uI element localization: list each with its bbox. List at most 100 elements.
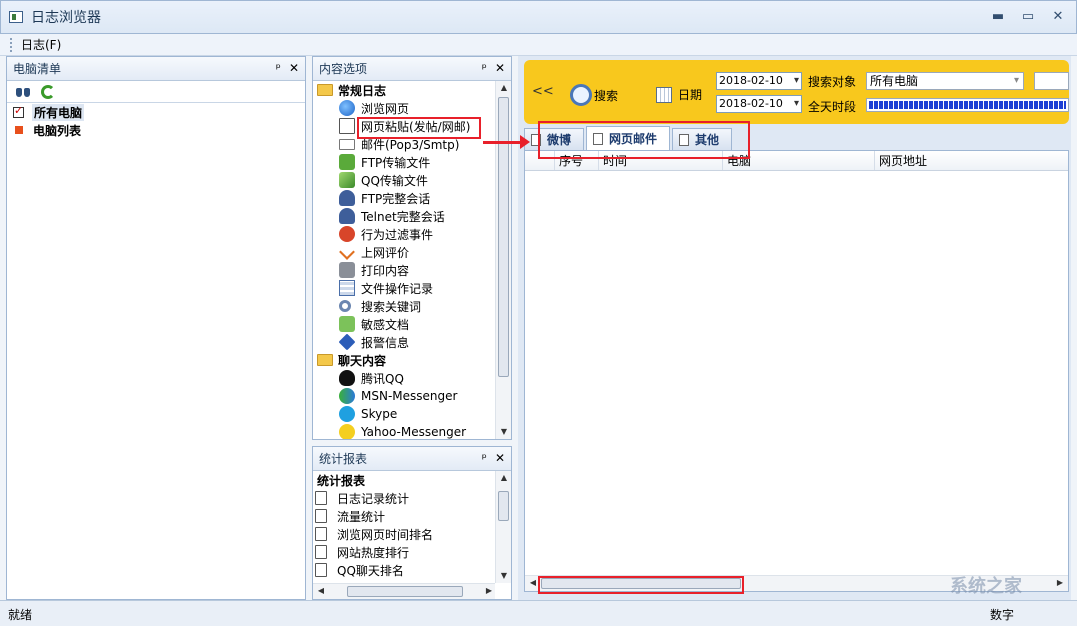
checkmark-icon	[339, 244, 355, 260]
scroll-right-icon[interactable]: ▶	[481, 584, 497, 598]
tree-item-alarm[interactable]: 报警信息	[313, 333, 495, 351]
collapse-button[interactable]: <<	[532, 84, 554, 99]
alarm-icon	[338, 333, 356, 351]
scroll-down-icon[interactable]: ▼	[496, 425, 512, 439]
scroll-thumb[interactable]	[498, 97, 509, 377]
document-icon	[315, 563, 327, 577]
computer-toolbar	[7, 81, 305, 103]
scroll-up-icon[interactable]: ▲	[496, 471, 512, 485]
target-select[interactable]: 所有电脑	[866, 72, 1024, 90]
close-icon[interactable]: ✕	[495, 61, 505, 75]
report-vscroll[interactable]: ▲ ▼	[495, 471, 511, 583]
tree-item-print[interactable]: 打印内容	[313, 261, 495, 279]
document-icon	[315, 527, 327, 541]
skype-icon	[339, 406, 355, 422]
report-item-browse-time[interactable]: 浏览网页时间排名	[313, 525, 495, 543]
tree-item-ftp-session[interactable]: FTP完整会话	[313, 189, 495, 207]
date-button[interactable]: 日期	[656, 86, 702, 103]
close-button[interactable]: ✕	[1050, 9, 1066, 25]
report-hscroll[interactable]: ◀ ▶	[313, 583, 495, 599]
toolbar-grip[interactable]	[10, 37, 13, 52]
report-item-log-stats[interactable]: 日志记录统计	[313, 489, 495, 507]
report-item-site-rank[interactable]: 网站热度排行	[313, 543, 495, 561]
pin-icon[interactable]: ᵖ	[482, 451, 487, 465]
content-vscroll[interactable]: ▲ ▼	[495, 81, 511, 439]
report-heading: 统计报表	[317, 473, 366, 488]
scroll-thumb[interactable]	[347, 586, 463, 597]
minimize-button[interactable]: ▬	[990, 9, 1006, 25]
stop-icon	[339, 226, 355, 242]
watermark-logo: 系统之家	[950, 576, 1022, 597]
computer-item-all[interactable]: 所有电脑	[7, 103, 305, 121]
tree-item-sensitive[interactable]: 敏感文档	[313, 315, 495, 333]
scroll-right-icon[interactable]: ▶	[1052, 576, 1068, 590]
tree-item-fileops[interactable]: 文件操作记录	[313, 279, 495, 297]
report-list: 统计报表 日志记录统计 流量统计 浏览网页时间排名 网站热度排行 QQ聊天排名	[313, 471, 495, 583]
document-icon	[339, 118, 355, 134]
extra-input[interactable]	[1034, 72, 1069, 90]
report-header: 统计报表 ᵖ ✕	[313, 447, 511, 471]
menu-log[interactable]: 日志(F)	[21, 36, 61, 53]
close-icon[interactable]: ✕	[289, 61, 299, 75]
transfer-icon	[339, 172, 355, 188]
pin-icon[interactable]: ᵖ	[276, 61, 281, 75]
calendar-icon	[656, 86, 672, 103]
close-icon[interactable]: ✕	[495, 451, 505, 465]
folder-icon	[317, 354, 333, 366]
date-from-field[interactable]: 2018-02-10	[716, 72, 802, 90]
title-bar: 日志浏览器 ▬ ▭ ✕	[0, 0, 1077, 34]
report-panel: 统计报表 ᵖ ✕ 统计报表 日志记录统计 流量统计 浏览网页时间排名 网站热度排行…	[312, 446, 512, 600]
table-icon	[339, 280, 355, 296]
pointer-arrow-head	[520, 135, 530, 149]
computer-list-header: 电脑清单 ᵖ ✕	[7, 57, 305, 81]
tree-item-qq[interactable]: 腾讯QQ	[313, 369, 495, 387]
maximize-button[interactable]: ▭	[1020, 9, 1036, 25]
pin-icon[interactable]: ᵖ	[482, 61, 487, 75]
tree-item-telnet[interactable]: Telnet完整会话	[313, 207, 495, 225]
scroll-down-icon[interactable]: ▼	[496, 569, 512, 583]
highlight-box-tabs	[538, 121, 750, 159]
binoculars-icon[interactable]	[15, 86, 31, 98]
document-icon	[315, 491, 327, 505]
time-range-bar[interactable]	[866, 98, 1069, 112]
panel-title: 电脑清单	[13, 62, 62, 76]
checkbox-checked-icon[interactable]	[13, 104, 24, 118]
tree-item-browse[interactable]: 浏览网页	[313, 99, 495, 117]
scroll-thumb[interactable]	[498, 491, 509, 521]
status-bar: 就绪 数字	[0, 600, 1077, 626]
refresh-icon[interactable]	[41, 84, 55, 99]
user-icon	[339, 208, 355, 224]
search-button[interactable]: 搜索	[570, 84, 618, 106]
results-grid: 序号 时间 电脑 网页地址 ◀ ▶	[524, 150, 1069, 592]
scroll-left-icon[interactable]: ◀	[313, 584, 329, 598]
content-options-header: 内容选项 ᵖ ✕	[313, 57, 511, 81]
tree-item-ftp-file[interactable]: FTP传输文件	[313, 153, 495, 171]
report-item-qq-rank[interactable]: QQ聊天排名	[313, 561, 495, 579]
tree-item-keywords[interactable]: 搜索关键词	[313, 297, 495, 315]
date-to-field[interactable]: 2018-02-10	[716, 95, 802, 113]
ftp-icon	[339, 154, 355, 170]
tree-category-general[interactable]: 常规日志	[313, 81, 495, 99]
scroll-up-icon[interactable]: ▲	[496, 81, 512, 95]
tree-item-evaluate[interactable]: 上网评价	[313, 243, 495, 261]
computer-item-list[interactable]: 电脑列表	[7, 121, 305, 139]
search-icon	[339, 300, 351, 312]
computer-list-panel: 电脑清单 ᵖ ✕ 所有电脑 电脑列表	[6, 56, 306, 600]
tree-category-chat[interactable]: 聊天内容	[313, 351, 495, 369]
tree-item-filter[interactable]: 行为过滤事件	[313, 225, 495, 243]
folder-icon	[317, 84, 333, 96]
target-label: 搜索对象	[808, 75, 857, 89]
yahoo-icon	[339, 424, 355, 439]
grid-col-url[interactable]: 网页地址	[875, 151, 1065, 170]
tree-item-msn[interactable]: MSN-Messenger	[313, 387, 495, 405]
sensitive-doc-icon	[339, 316, 355, 332]
search-toolbar: << 搜索 日期 2018-02-10 2018-02-10 搜索对象 所有电脑…	[524, 60, 1069, 124]
tree-item-skype[interactable]: Skype	[313, 405, 495, 423]
tree-item-qq-file[interactable]: QQ传输文件	[313, 171, 495, 189]
window-title: 日志浏览器	[31, 10, 101, 26]
time-range-label: 全天时段	[808, 100, 857, 114]
tree-item-yahoo[interactable]: Yahoo-Messenger	[313, 423, 495, 439]
msn-icon	[339, 388, 355, 404]
document-icon	[315, 509, 327, 523]
report-item-traffic[interactable]: 流量统计	[313, 507, 495, 525]
